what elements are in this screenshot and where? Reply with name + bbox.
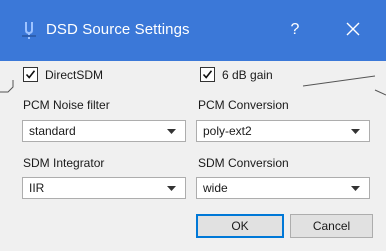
direct-sdm-label: DirectSDM	[45, 68, 104, 82]
sdm-conversion-label: SDM Conversion	[198, 156, 289, 170]
sdm-integrator-select[interactable]: IIR	[22, 177, 186, 199]
help-icon: ?	[290, 21, 300, 38]
gain-label: 6 dB gain	[222, 68, 273, 82]
chevron-down-icon	[167, 129, 176, 134]
gain-checkbox[interactable]	[200, 67, 215, 82]
title-bar[interactable]: DSD Source Settings ?	[0, 0, 386, 61]
checkmark-icon	[202, 70, 213, 79]
help-button[interactable]: ?	[280, 16, 310, 44]
direct-sdm-checkbox[interactable]	[23, 67, 38, 82]
close-icon[interactable]	[342, 18, 364, 40]
ok-button[interactable]: OK	[196, 214, 284, 238]
pcm-noise-filter-value: standard	[29, 124, 76, 138]
chevron-down-icon	[351, 129, 360, 134]
sdm-integrator-label: SDM Integrator	[23, 156, 105, 170]
checkmark-icon	[25, 70, 36, 79]
chevron-down-icon	[167, 186, 176, 191]
tuning-fork-icon	[22, 22, 36, 39]
sdm-integrator-value: IIR	[29, 181, 45, 195]
chevron-down-icon	[351, 186, 360, 191]
sdm-conversion-value: wide	[203, 181, 228, 195]
pcm-conversion-value: poly-ext2	[203, 124, 252, 138]
pcm-conversion-select[interactable]: poly-ext2	[196, 120, 370, 142]
pcm-conversion-label: PCM Conversion	[198, 98, 289, 112]
sdm-conversion-select[interactable]: wide	[196, 177, 370, 199]
pcm-noise-filter-select[interactable]: standard	[22, 120, 186, 142]
cancel-button[interactable]: Cancel	[290, 214, 373, 238]
window-title: DSD Source Settings	[46, 21, 190, 38]
pcm-noise-filter-label: PCM Noise filter	[23, 98, 110, 112]
